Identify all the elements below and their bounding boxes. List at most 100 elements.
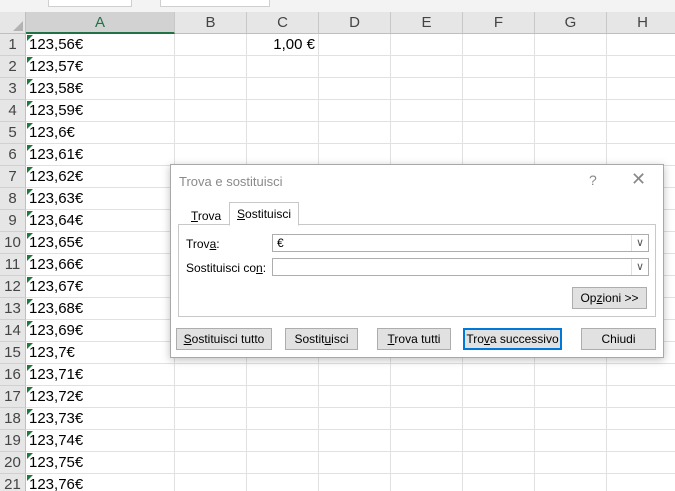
replace-all-button[interactable]: Sostituisci tutto — [176, 328, 272, 350]
row-header[interactable]: 8 — [0, 188, 26, 210]
cell-a2[interactable]: 123,57€ — [26, 56, 175, 78]
cell-a18[interactable]: 123,73€ — [26, 408, 175, 430]
cell-c3[interactable] — [247, 78, 319, 100]
replace-combobox[interactable]: ∨ — [272, 258, 649, 276]
cell-b18[interactable] — [175, 408, 247, 430]
row-header[interactable]: 16 — [0, 364, 26, 386]
cell-a10[interactable]: 123,65€ — [26, 232, 175, 254]
cell-a21[interactable]: 123,76€ — [26, 474, 175, 491]
column-header-a[interactable]: A — [26, 12, 175, 34]
cell-c17[interactable] — [247, 386, 319, 408]
cell-e18[interactable] — [391, 408, 463, 430]
cell-h19[interactable] — [607, 430, 675, 452]
cell-h20[interactable] — [607, 452, 675, 474]
cell-g6[interactable] — [535, 144, 607, 166]
find-combobox[interactable]: € ∨ — [272, 234, 649, 252]
find-input[interactable]: € — [277, 236, 284, 251]
cell-a12[interactable]: 123,67€ — [26, 276, 175, 298]
cell-g18[interactable] — [535, 408, 607, 430]
row-header[interactable]: 7 — [0, 166, 26, 188]
row-header[interactable]: 4 — [0, 100, 26, 122]
cell-b5[interactable] — [175, 122, 247, 144]
cell-f4[interactable] — [463, 100, 535, 122]
row-header[interactable]: 10 — [0, 232, 26, 254]
cell-c20[interactable] — [247, 452, 319, 474]
cell-a7[interactable]: 123,62€ — [26, 166, 175, 188]
row-header[interactable]: 19 — [0, 430, 26, 452]
cell-g21[interactable] — [535, 474, 607, 491]
row-header[interactable]: 5 — [0, 122, 26, 144]
row-header[interactable]: 20 — [0, 452, 26, 474]
row-header[interactable]: 12 — [0, 276, 26, 298]
cell-b3[interactable] — [175, 78, 247, 100]
cell-c2[interactable] — [247, 56, 319, 78]
cell-h1[interactable] — [607, 34, 675, 56]
close-icon[interactable]: ✕ — [631, 169, 646, 190]
tab-replace[interactable]: Sostituisci — [229, 202, 300, 226]
cell-a17[interactable]: 123,72€ — [26, 386, 175, 408]
cell-b6[interactable] — [175, 144, 247, 166]
cell-h3[interactable] — [607, 78, 675, 100]
cell-c6[interactable] — [247, 144, 319, 166]
cell-e21[interactable] — [391, 474, 463, 491]
cell-d20[interactable] — [319, 452, 391, 474]
row-header[interactable]: 17 — [0, 386, 26, 408]
find-all-button[interactable]: Trova tutti — [377, 328, 451, 350]
cell-a13[interactable]: 123,68€ — [26, 298, 175, 320]
cell-c5[interactable] — [247, 122, 319, 144]
cell-d17[interactable] — [319, 386, 391, 408]
cell-d3[interactable] — [319, 78, 391, 100]
cell-e5[interactable] — [391, 122, 463, 144]
cell-a19[interactable]: 123,74€ — [26, 430, 175, 452]
cell-d4[interactable] — [319, 100, 391, 122]
cell-h16[interactable] — [607, 364, 675, 386]
column-header-c[interactable]: C — [247, 12, 319, 34]
cell-a14[interactable]: 123,69€ — [26, 320, 175, 342]
row-header[interactable]: 6 — [0, 144, 26, 166]
cell-f5[interactable] — [463, 122, 535, 144]
cell-a6[interactable]: 123,61€ — [26, 144, 175, 166]
cell-b16[interactable] — [175, 364, 247, 386]
cell-a15[interactable]: 123,7€ — [26, 342, 175, 364]
column-header-e[interactable]: E — [391, 12, 463, 34]
cell-a11[interactable]: 123,66€ — [26, 254, 175, 276]
cell-a9[interactable]: 123,64€ — [26, 210, 175, 232]
cell-c19[interactable] — [247, 430, 319, 452]
cell-g20[interactable] — [535, 452, 607, 474]
cell-d5[interactable] — [319, 122, 391, 144]
cell-b2[interactable] — [175, 56, 247, 78]
column-header-f[interactable]: F — [463, 12, 535, 34]
options-button[interactable]: Opzioni >> — [572, 287, 647, 309]
cell-g4[interactable] — [535, 100, 607, 122]
cell-h2[interactable] — [607, 56, 675, 78]
find-next-button[interactable]: Trova successivo — [463, 328, 562, 350]
cell-h4[interactable] — [607, 100, 675, 122]
cell-e3[interactable] — [391, 78, 463, 100]
cell-c21[interactable] — [247, 474, 319, 491]
row-header[interactable]: 14 — [0, 320, 26, 342]
cell-g17[interactable] — [535, 386, 607, 408]
cell-e2[interactable] — [391, 56, 463, 78]
row-header[interactable]: 21 — [0, 474, 26, 491]
cell-c4[interactable] — [247, 100, 319, 122]
replace-button[interactable]: Sostituisci — [285, 328, 358, 350]
column-header-b[interactable]: B — [175, 12, 247, 34]
cell-a20[interactable]: 123,75€ — [26, 452, 175, 474]
cell-d16[interactable] — [319, 364, 391, 386]
cell-a3[interactable]: 123,58€ — [26, 78, 175, 100]
cell-g5[interactable] — [535, 122, 607, 144]
cell-b20[interactable] — [175, 452, 247, 474]
cell-f1[interactable] — [463, 34, 535, 56]
row-header[interactable]: 9 — [0, 210, 26, 232]
row-header[interactable]: 3 — [0, 78, 26, 100]
cell-b19[interactable] — [175, 430, 247, 452]
column-header-d[interactable]: D — [319, 12, 391, 34]
cell-d2[interactable] — [319, 56, 391, 78]
cell-e19[interactable] — [391, 430, 463, 452]
cell-e6[interactable] — [391, 144, 463, 166]
cell-g1[interactable] — [535, 34, 607, 56]
row-header[interactable]: 11 — [0, 254, 26, 276]
cell-h18[interactable] — [607, 408, 675, 430]
column-header-g[interactable]: G — [535, 12, 607, 34]
cell-f3[interactable] — [463, 78, 535, 100]
